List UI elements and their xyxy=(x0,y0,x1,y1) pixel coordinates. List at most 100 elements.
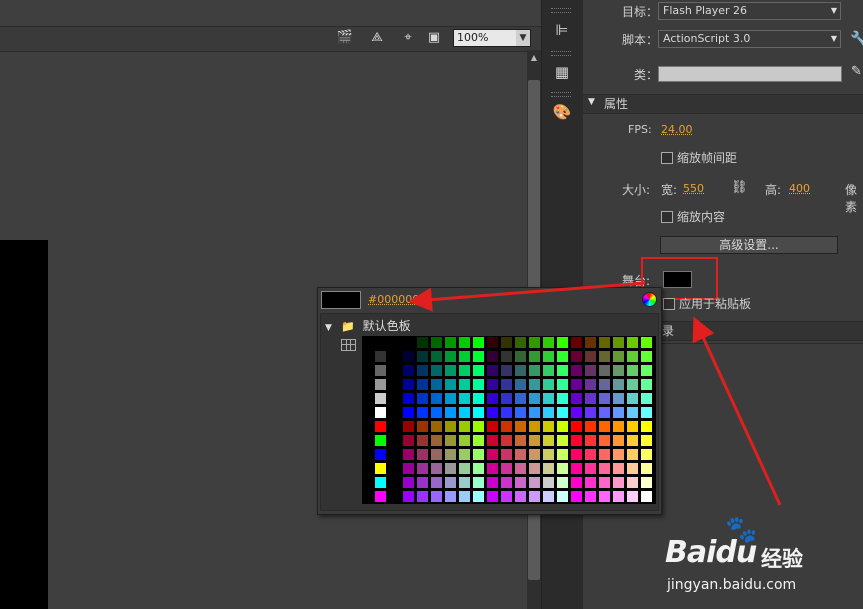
color-swatch[interactable] xyxy=(514,392,527,405)
color-swatch[interactable] xyxy=(640,336,653,349)
color-swatch[interactable] xyxy=(374,434,387,447)
color-swatch[interactable] xyxy=(584,378,597,391)
color-swatch[interactable] xyxy=(374,350,387,363)
color-swatch[interactable] xyxy=(640,392,653,405)
color-swatch[interactable] xyxy=(514,336,527,349)
color-swatch[interactable] xyxy=(472,434,485,447)
color-swatch[interactable] xyxy=(514,420,527,433)
color-swatch[interactable] xyxy=(486,448,499,461)
scale-content-checkbox[interactable] xyxy=(661,211,673,223)
color-swatch[interactable] xyxy=(486,392,499,405)
color-swatch[interactable] xyxy=(430,378,443,391)
color-swatch[interactable] xyxy=(612,378,625,391)
hex-color-value[interactable]: #000000 xyxy=(368,293,419,306)
panel-grip[interactable] xyxy=(551,51,571,56)
color-swatch[interactable] xyxy=(584,434,597,447)
color-swatch[interactable] xyxy=(486,490,499,503)
color-swatch[interactable] xyxy=(556,448,569,461)
color-swatch[interactable] xyxy=(542,350,555,363)
color-swatch[interactable] xyxy=(584,420,597,433)
color-swatch[interactable] xyxy=(612,350,625,363)
color-swatch[interactable] xyxy=(402,420,415,433)
grid-view-icon[interactable] xyxy=(341,339,356,351)
color-swatch[interactable] xyxy=(416,350,429,363)
color-swatch[interactable] xyxy=(640,406,653,419)
color-swatch[interactable] xyxy=(612,364,625,377)
color-swatch[interactable] xyxy=(374,336,387,349)
color-swatch[interactable] xyxy=(430,476,443,489)
color-swatch[interactable] xyxy=(556,392,569,405)
color-swatch[interactable] xyxy=(444,448,457,461)
color-swatch[interactable] xyxy=(556,420,569,433)
color-swatch[interactable] xyxy=(430,364,443,377)
color-swatch[interactable] xyxy=(598,364,611,377)
color-swatch[interactable] xyxy=(626,364,639,377)
color-swatch[interactable] xyxy=(598,448,611,461)
color-swatch[interactable] xyxy=(458,434,471,447)
scale-spans-checkbox[interactable] xyxy=(661,152,673,164)
color-swatch[interactable] xyxy=(528,350,541,363)
color-palette-grid[interactable] xyxy=(362,336,656,504)
color-swatch[interactable] xyxy=(556,462,569,475)
library-icon[interactable]: ▦ xyxy=(551,62,573,82)
color-swatch[interactable] xyxy=(472,336,485,349)
pencil-icon[interactable]: ✎ xyxy=(851,64,862,79)
color-swatch[interactable] xyxy=(514,476,527,489)
color-swatch[interactable] xyxy=(402,490,415,503)
color-swatch[interactable] xyxy=(374,462,387,475)
color-swatch[interactable] xyxy=(444,462,457,475)
color-swatch[interactable] xyxy=(500,350,513,363)
color-swatch[interactable] xyxy=(458,420,471,433)
color-swatch[interactable] xyxy=(430,336,443,349)
color-swatch[interactable] xyxy=(430,490,443,503)
symbol-edit-icon[interactable]: ⟁ xyxy=(368,30,386,46)
color-swatch[interactable] xyxy=(458,476,471,489)
color-swatch[interactable] xyxy=(458,392,471,405)
color-swatch[interactable] xyxy=(542,406,555,419)
color-swatch[interactable] xyxy=(584,364,597,377)
color-swatch[interactable] xyxy=(402,350,415,363)
color-swatch[interactable] xyxy=(556,364,569,377)
color-swatch[interactable] xyxy=(500,476,513,489)
color-swatch[interactable] xyxy=(598,378,611,391)
color-swatch[interactable] xyxy=(416,420,429,433)
color-swatch[interactable] xyxy=(542,434,555,447)
color-swatch[interactable] xyxy=(514,462,527,475)
color-swatch[interactable] xyxy=(528,336,541,349)
color-swatch[interactable] xyxy=(416,378,429,391)
color-swatch[interactable] xyxy=(570,420,583,433)
color-swatch[interactable] xyxy=(374,392,387,405)
color-swatch[interactable] xyxy=(430,420,443,433)
color-swatch[interactable] xyxy=(472,490,485,503)
color-swatch[interactable] xyxy=(458,490,471,503)
color-swatch[interactable] xyxy=(402,434,415,447)
color-swatch[interactable] xyxy=(626,378,639,391)
color-swatch[interactable] xyxy=(542,420,555,433)
color-swatch[interactable] xyxy=(444,420,457,433)
color-swatch[interactable] xyxy=(556,490,569,503)
color-swatch[interactable] xyxy=(374,406,387,419)
color-swatch[interactable] xyxy=(444,378,457,391)
color-swatch[interactable] xyxy=(598,490,611,503)
color-swatch[interactable] xyxy=(430,462,443,475)
color-swatch[interactable] xyxy=(416,434,429,447)
color-swatch[interactable] xyxy=(486,462,499,475)
color-swatch[interactable] xyxy=(626,406,639,419)
color-swatch[interactable] xyxy=(430,406,443,419)
color-swatch[interactable] xyxy=(402,448,415,461)
color-swatch[interactable] xyxy=(584,476,597,489)
color-swatch[interactable] xyxy=(416,490,429,503)
color-swatch[interactable] xyxy=(612,434,625,447)
center-stage-icon[interactable]: ⌖ xyxy=(399,30,417,46)
color-swatch[interactable] xyxy=(542,364,555,377)
color-swatch[interactable] xyxy=(612,406,625,419)
color-swatch[interactable] xyxy=(416,406,429,419)
color-swatch[interactable] xyxy=(598,476,611,489)
script-select[interactable]: ActionScript 3.0 ▼ xyxy=(658,30,841,48)
color-swatch[interactable] xyxy=(598,336,611,349)
class-input[interactable] xyxy=(658,66,842,82)
color-swatch[interactable] xyxy=(416,364,429,377)
color-swatch[interactable] xyxy=(542,462,555,475)
color-swatch[interactable] xyxy=(500,378,513,391)
color-swatch[interactable] xyxy=(570,462,583,475)
